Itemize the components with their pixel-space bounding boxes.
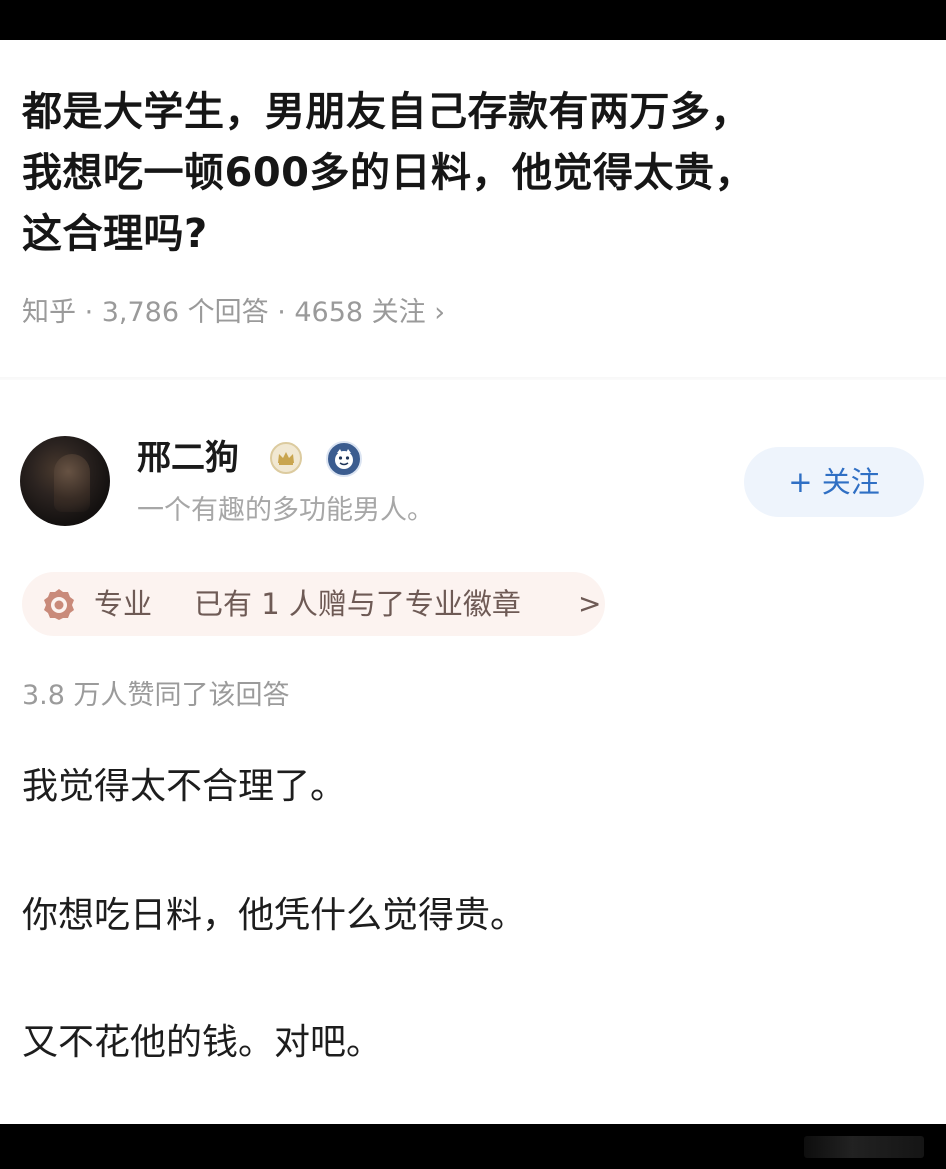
pro-badge-pill[interactable]: 专业 已有 1 人赠与了专业徽章 > (22, 572, 605, 636)
avatar[interactable] (20, 436, 110, 526)
pro-badge-icon (44, 589, 74, 620)
crown-badge-icon[interactable] (270, 442, 302, 474)
vote-count: 3.8 万人赞同了该回答 (22, 680, 290, 711)
question-title-line: 这合理吗? (22, 211, 208, 257)
pro-badge-label: 专业 (94, 587, 153, 621)
question-title-line: 我想吃一顿600多的日料，他觉得太贵， (22, 150, 755, 196)
chevron-right-icon: > (578, 587, 602, 620)
follow-button[interactable]: + 关注 (744, 447, 924, 517)
mascot-badge-icon[interactable] (326, 441, 362, 477)
answer-paragraph: 我觉得太不合理了。 (22, 766, 347, 807)
section-divider (0, 377, 946, 380)
answer-paragraph: 又不花他的钱。对吧。 (22, 1022, 383, 1063)
answer-paragraph: 你想吃日料，他凭什么觉得贵。 (22, 895, 527, 936)
question-title-line: 都是大学生，男朋友自己存款有两万多， (22, 89, 751, 135)
answer-page: 都是大学生，男朋友自己存款有两万多， 我想吃一顿600多的日料，他觉得太贵， 这… (0, 40, 946, 1124)
question-meta-link[interactable]: 知乎 · 3,786 个回答 · 4658 关注 › (22, 290, 445, 329)
author-name[interactable]: 邢二狗 (137, 436, 239, 480)
watermark (804, 1136, 924, 1158)
pro-badge-text: 已有 1 人赠与了专业徽章 (194, 587, 521, 621)
author-bio: 一个有趣的多功能男人。 (137, 495, 434, 526)
top-black-bar (0, 0, 946, 40)
avatar-image (54, 454, 90, 512)
question-title[interactable]: 都是大学生，男朋友自己存款有两万多， 我想吃一顿600多的日料，他觉得太贵， 这… (22, 82, 922, 265)
